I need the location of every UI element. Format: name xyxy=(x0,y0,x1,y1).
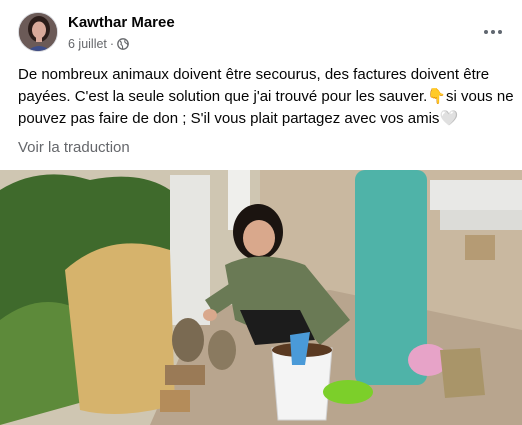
post-meta: 6 juillet · xyxy=(68,37,129,51)
cemetery-cats-photo xyxy=(0,170,522,425)
author-name[interactable]: Kawthar Maree xyxy=(68,14,175,31)
post-header: Kawthar Maree 6 juillet · xyxy=(0,0,522,62)
more-dot xyxy=(491,30,495,34)
post-date[interactable]: 6 juillet xyxy=(68,37,107,51)
meta-dot: · xyxy=(109,37,115,51)
post-text-part-1: De nombreux animaux doivent être secouru… xyxy=(18,66,490,105)
more-options-icon[interactable] xyxy=(480,22,506,42)
facebook-post: Kawthar Maree 6 juillet · De nombreux an… xyxy=(0,0,522,425)
globe-icon[interactable] xyxy=(117,38,129,50)
see-translation-link[interactable]: Voir la traduction xyxy=(18,139,130,156)
avatar[interactable] xyxy=(18,12,58,52)
point-down-emoji: 👇 xyxy=(427,88,446,105)
more-dot xyxy=(498,30,502,34)
post-photo[interactable] xyxy=(0,170,522,425)
more-dot xyxy=(484,30,488,34)
post-text: De nombreux animaux doivent être secouru… xyxy=(18,64,514,130)
avatar-image xyxy=(19,13,57,51)
heart-emoji: 🤍 xyxy=(439,110,459,127)
